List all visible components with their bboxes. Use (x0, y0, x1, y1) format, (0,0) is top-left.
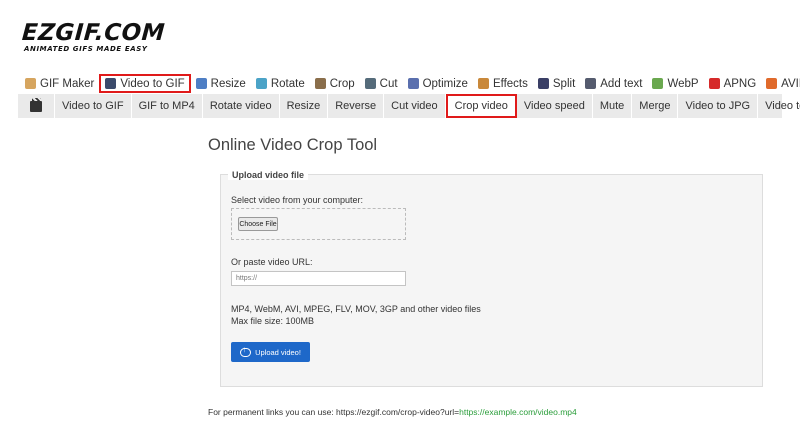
nav-item-label: WebP (667, 77, 699, 90)
video-to-gif-icon (105, 78, 117, 89)
crop-icon (314, 78, 326, 89)
max-file-size-text: Max file size: 100MB (231, 316, 315, 326)
select-file-label: Select video from your computer: (231, 195, 364, 205)
tab-merge[interactable]: Merge (632, 94, 679, 118)
choose-file-button[interactable]: Choose File (238, 217, 278, 231)
nav-item-label: Effects (492, 77, 528, 90)
tab-video-speed[interactable]: Video speed (517, 94, 593, 118)
video-url-input[interactable]: https:// (231, 271, 406, 286)
video-tools-navigation: Video to GIF GIF to MP4 Rotate video Resize… (18, 94, 800, 118)
avif-icon (766, 78, 778, 89)
nav-item-crop[interactable]: Crop (310, 74, 360, 93)
resize-icon (195, 78, 207, 89)
tab-video-to-jpg[interactable]: Video to JPG (678, 94, 759, 118)
tab-video-to-png[interactable]: Video to PNG (758, 94, 800, 118)
cloud-upload-icon (240, 345, 252, 357)
upload-button-label: Upload video! (255, 347, 301, 357)
clapperboard-icon (30, 97, 42, 112)
example-url-link[interactable]: https://example.com/video.mp4 (459, 407, 577, 417)
nav-item-label: Split (552, 77, 576, 90)
tab-mute[interactable]: Mute (593, 94, 633, 118)
split-icon (537, 78, 549, 89)
nav-item-gif-maker[interactable]: GIF Maker (20, 74, 99, 93)
upload-legend: Upload video file (228, 170, 309, 180)
video-tools-icon-cell (18, 94, 55, 118)
nav-item-label: GIF Maker (40, 77, 95, 90)
effects-icon (477, 78, 489, 89)
nav-item-avif[interactable]: AVIF (761, 74, 800, 93)
tab-crop-video[interactable]: Crop video (445, 94, 517, 118)
nav-item-label: Video to GIF (120, 77, 185, 90)
main-navigation: GIF Maker Video to GIF Resize Rotate Crop Cut… (20, 74, 800, 93)
tab-cut-video[interactable]: Cut video (384, 94, 446, 118)
tab-gif-to-mp4[interactable]: GIF to MP4 (132, 94, 203, 118)
nav-item-label: APNG (723, 77, 757, 90)
ezgif-logo[interactable]: EZGIF.COM ANIMATED GIFS MADE EASY (21, 20, 166, 56)
nav-item-cut[interactable]: Cut (360, 74, 403, 93)
tab-resize[interactable]: Resize (280, 94, 329, 118)
gif-maker-icon (25, 78, 36, 89)
nav-item-label: Resize (210, 77, 246, 90)
nav-item-webp[interactable]: WebP (647, 74, 703, 93)
logo-wordmark: EZGIF.COM (21, 20, 166, 46)
nav-item-label: Rotate (270, 77, 305, 90)
supported-formats-text: MP4, WebM, AVI, MPEG, FLV, MOV, 3GP and … (231, 304, 481, 314)
nav-item-split[interactable]: Split (533, 74, 580, 93)
webp-icon (652, 78, 664, 89)
tab-rotate-video[interactable]: Rotate video (203, 94, 280, 118)
permanent-link-prefix: For permanent links you can use: https:/… (208, 407, 460, 417)
nav-item-video-to-gif[interactable]: Video to GIF (99, 74, 191, 93)
nav-item-rotate[interactable]: Rotate (251, 74, 310, 93)
nav-item-label: Add text (600, 77, 643, 90)
page-title: Online Video Crop Tool (208, 136, 378, 154)
nav-item-resize[interactable]: Resize (191, 74, 251, 93)
url-label: Or paste video URL: (231, 257, 313, 267)
nav-item-label: Optimize (422, 77, 468, 90)
nav-item-add-text[interactable]: Add text (580, 74, 647, 93)
upload-video-button[interactable]: Upload video! (231, 342, 310, 362)
nav-item-optimize[interactable]: Optimize (403, 74, 473, 93)
logo-tagline: ANIMATED GIFS MADE EASY (24, 45, 148, 53)
cut-icon (364, 78, 376, 89)
nav-item-apng[interactable]: APNG (704, 74, 762, 93)
tab-video-to-gif[interactable]: Video to GIF (55, 94, 132, 118)
optimize-icon (407, 78, 419, 89)
nav-item-effects[interactable]: Effects (473, 74, 533, 93)
add-text-icon (585, 78, 597, 89)
nav-item-label: AVIF (781, 77, 800, 90)
nav-item-label: Crop (329, 77, 355, 90)
permanent-link-note: For permanent links you can use: https:/… (208, 407, 577, 417)
nav-item-label: Cut (379, 77, 398, 90)
rotate-icon (255, 78, 267, 89)
tab-reverse[interactable]: Reverse (328, 94, 385, 118)
apng-icon (708, 78, 720, 89)
